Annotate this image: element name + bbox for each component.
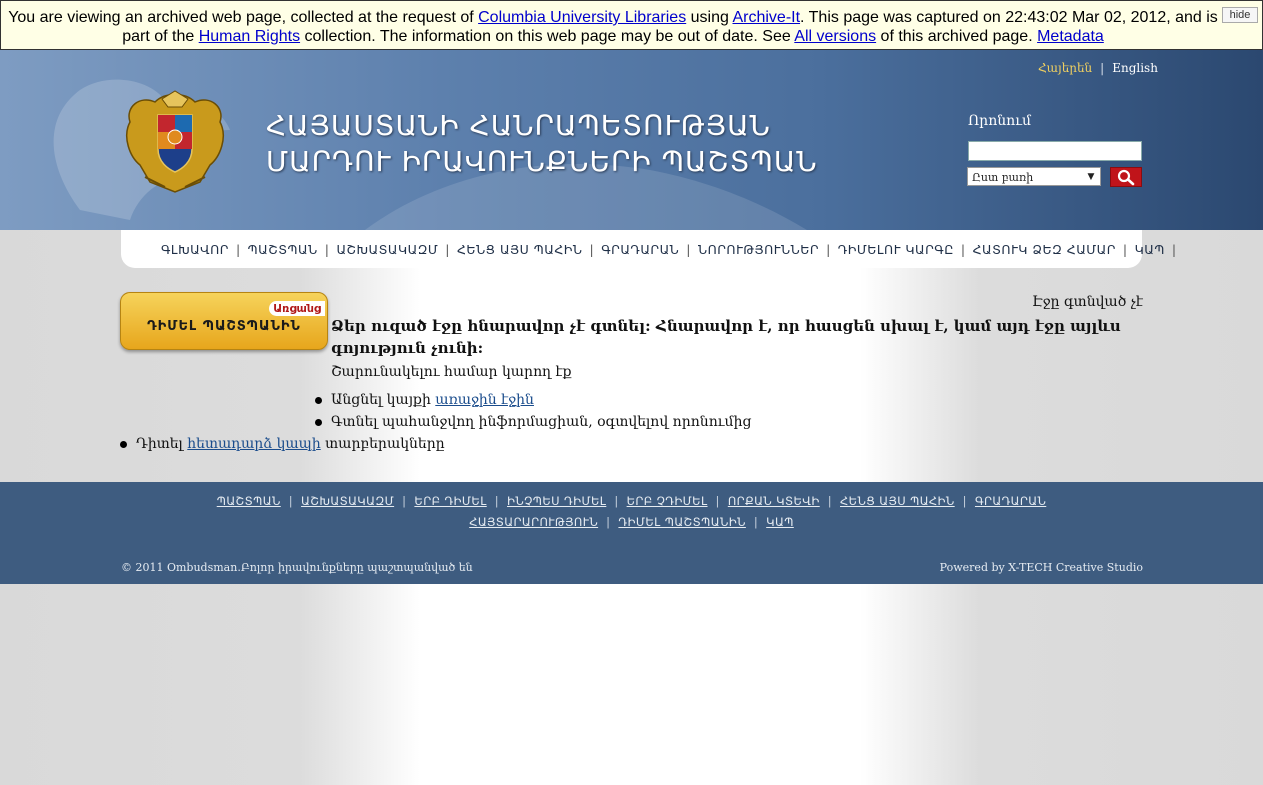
contact-ombudsman-button[interactable]: Առցանց ԴԻՄԵԼ ՊԱՇՏՊԱՆԻՆ <box>120 292 328 350</box>
all-versions-link[interactable]: All versions <box>794 28 876 45</box>
site-footer: ՊԱՇՏՊԱՆ | ԱՇԽԱՏԱԿԱԶՄ | ԵՐԲ ԴԻՄԵԼ | ԻՆՉՊԵՍ ԴԻՄԵ… <box>0 482 1263 584</box>
footer-link-separator: | <box>288 494 294 508</box>
nav-item-separator: | <box>1171 242 1177 257</box>
nav-item-4[interactable]: ԳՐԱԴԱՐԱՆ <box>601 242 679 257</box>
nav-item-separator: | <box>324 242 330 257</box>
continue-message: Շարունակելու համար կարող էք <box>331 364 572 380</box>
footer-link-separator: | <box>614 494 619 508</box>
lang-separator: | <box>1100 61 1105 75</box>
hide-banner-button[interactable]: hide <box>1222 7 1258 23</box>
metadata-link[interactable]: Metadata <box>1037 28 1104 45</box>
nav-item-3[interactable]: ՀԵՆՑ ԱՅՍ ՊԱՀԻՆ <box>457 242 583 257</box>
site-title-line2: ՄԱՐԴՈՒ ԻՐԱՎՈՒՆՔՆԵՐԻ ՊԱՇՏՊԱՆ <box>266 145 818 178</box>
nav-item-5[interactable]: ՆՈՐՈՒԹՅՈՒՆՆԵՐ <box>698 242 819 257</box>
footer-links-row1: ՊԱՇՏՊԱՆ | ԱՇԽԱՏԱԿԱԶՄ | ԵՐԲ ԴԻՄԵԼ | ԻՆՉՊԵՍ ԴԻՄԵ… <box>0 494 1263 508</box>
footer-link-4[interactable]: ԵՐԲ ՉԴԻՄԵԼ <box>627 494 708 508</box>
language-switcher: Հայերեն | English <box>1038 61 1158 75</box>
footer-link-5[interactable]: ՈՐՔԱՆ ԿՏԵՎԻ <box>728 494 820 508</box>
search-type-select[interactable]: Ըստ բառի ▼ <box>967 167 1101 186</box>
option-homepage-text: Անցնել կայքի <box>331 392 436 408</box>
nav-item-separator: | <box>235 242 241 257</box>
archive-banner: You are viewing an archived web page, co… <box>0 0 1263 50</box>
footer-link-6[interactable]: ՀԵՆՑ ԱՅՍ ՊԱՀԻՆ <box>840 494 955 508</box>
nav-item-2[interactable]: ԱՇԽԱՏԱԿԱԶՄ <box>336 242 438 257</box>
footer-link-2-separator: | <box>606 515 611 529</box>
option-feedback-prefix: Դիտել <box>136 436 188 452</box>
footer-link-2-0[interactable]: ՀԱՅՏԱՐԱՐՈՒԹՅՈՒՆ <box>469 515 598 529</box>
option-search: Գտնել պահանջվող ինֆորմացիան, օգտվելով որ… <box>315 411 751 433</box>
error-message: Ձեր ուզած էջը հնարավոր չէ գտնել: Հնարավո… <box>331 317 1121 357</box>
footer-link-3[interactable]: ԻՆՉՊԵՍ ԴԻՄԵԼ <box>507 494 606 508</box>
archive-banner-text: You are viewing an archived web page, co… <box>7 8 1219 46</box>
contact-ombudsman-label: ԴԻՄԵԼ ՊԱՇՏՊԱՆԻՆ <box>147 319 301 334</box>
nav-item-separator: | <box>960 242 966 257</box>
chevron-down-icon: ▼ <box>1087 172 1095 182</box>
footer-link-separator: | <box>715 494 720 508</box>
lang-english-link[interactable]: English <box>1112 61 1158 75</box>
search-label: Որոնում <box>968 113 1032 129</box>
collection-link[interactable]: Human Rights <box>199 28 300 45</box>
search-button[interactable] <box>1110 167 1142 187</box>
footer-link-2-2[interactable]: ԿԱՊ <box>766 515 794 529</box>
columbia-link[interactable]: Columbia University Libraries <box>478 9 686 26</box>
powered-by: Powered by X-TECH Creative Studio <box>939 561 1143 574</box>
copyright: © 2011 Ombudsman.Բոլոր իրավունքները պաշտ… <box>121 561 473 574</box>
footer-link-separator: | <box>494 494 500 508</box>
footer-link-separator: | <box>402 494 407 508</box>
nav-item-7[interactable]: ՀԱՏՈՒԿ ՁԵԶ ՀԱՄԱՐ <box>973 242 1116 257</box>
footer-link-7[interactable]: ԳՐԱԴԱՐԱՆ <box>975 494 1046 508</box>
footer-link-2-1[interactable]: ԴԻՄԵԼ ՊԱՇՏՊԱՆԻՆ <box>618 515 745 529</box>
nav-item-separator: | <box>445 242 450 257</box>
page-not-found-title: Էջը գտնված չէ <box>1032 294 1143 310</box>
site-header: Հայերեն | English ՀԱՅԱՍՏԱՆԻ ՀԱՆՐԱՊԵՏՈՒԹՅԱՆ… <box>0 50 1263 230</box>
feedback-link[interactable]: հետադարձ կապի <box>187 436 320 452</box>
footer-link-separator: | <box>962 494 967 508</box>
site-title-line1: ՀԱՅԱՍՏԱՆԻ ՀԱՆՐԱՊԵՏՈՒԹՅԱՆ <box>266 109 771 142</box>
footer-links-row2: ՀԱՅՏԱՐԱՐՈՒԹՅՈՒՆ | ԴԻՄԵԼ ՊԱՇՏՊԱՆԻՆ | ԿԱՊ <box>0 515 1263 529</box>
banner-text-1: You are viewing an archived web page, co… <box>8 9 479 26</box>
banner-text-5: of this archived page. <box>876 28 1038 45</box>
search-type-value: Ըստ բառի <box>972 171 1034 184</box>
footer-link-separator: | <box>827 494 832 508</box>
search-input[interactable] <box>968 141 1142 161</box>
archiveit-link[interactable]: Archive-It <box>732 9 800 26</box>
nav-item-separator: | <box>686 242 691 257</box>
options-list: Անցնել կայքի առաջին էջին Գտնել պահանջվող… <box>315 389 751 433</box>
nav-item-1[interactable]: ՊԱՇՏՊԱՆ <box>248 242 318 257</box>
online-tag: Առցանց <box>269 301 325 316</box>
nav-item-separator: | <box>826 242 831 257</box>
main-nav-items: ԳԼԽԱՎՈՐ | ՊԱՇՏՊԱՆ | ԱՇԽԱՏԱԿԱԶՄ | ՀԵՆՑ ԱՅՍ ՊԱՀԻ… <box>161 242 1184 257</box>
homepage-link[interactable]: առաջին էջին <box>435 392 534 408</box>
magnifier-icon <box>1117 169 1135 186</box>
options-list-outer: Դիտել հետադարձ կապի տարբերակները <box>120 433 445 455</box>
lang-armenian-link[interactable]: Հայերեն <box>1038 61 1092 75</box>
banner-text-2: using <box>686 9 733 26</box>
footer-link-0[interactable]: ՊԱՇՏՊԱՆ <box>217 494 281 508</box>
nav-item-separator: | <box>589 242 595 257</box>
main-nav: ԳԼԽԱՎՈՐ | ՊԱՇՏՊԱՆ | ԱՇԽԱՏԱԿԱԶՄ | ՀԵՆՑ ԱՅՍ ՊԱՀԻ… <box>121 230 1176 268</box>
banner-text-4: collection. The information on this web … <box>300 28 795 45</box>
option-homepage: Անցնել կայքի առաջին էջին <box>315 389 751 411</box>
coat-of-arms-icon[interactable] <box>120 87 230 197</box>
nav-item-0[interactable]: ԳԼԽԱՎՈՐ <box>161 242 229 257</box>
footer-link-2[interactable]: ԵՐԲ ԴԻՄԵԼ <box>414 494 486 508</box>
option-feedback: Դիտել հետադարձ կապի տարբերակները <box>120 433 445 455</box>
nav-item-6[interactable]: ԴԻՄԵԼՈՒ ԿԱՐԳԸ <box>838 242 954 257</box>
option-feedback-suffix: տարբերակները <box>320 436 445 452</box>
footer-link-2-separator: | <box>753 515 759 529</box>
nav-item-separator: | <box>1122 242 1128 257</box>
footer-link-1[interactable]: ԱՇԽԱՏԱԿԱԶՄ <box>301 494 394 508</box>
site-title: ՀԱՅԱՍՏԱՆԻ ՀԱՆՐԱՊԵՏՈՒԹՅԱՆ ՄԱՐԴՈՒ ԻՐԱՎՈՒՆՔ… <box>266 108 818 180</box>
nav-item-8[interactable]: ԿԱՊ <box>1135 242 1165 257</box>
